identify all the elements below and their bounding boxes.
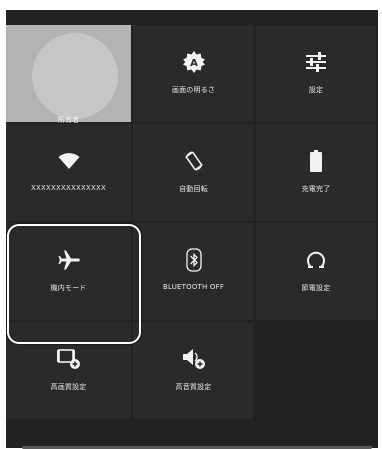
owner-tile[interactable]: 所有者 bbox=[6, 25, 131, 124]
settings-label: 設定 bbox=[308, 86, 324, 94]
brightness-label: 画面の明るさ bbox=[171, 86, 216, 94]
hq-video-icon bbox=[6, 346, 131, 372]
wifi-icon bbox=[6, 148, 131, 174]
bluetooth-icon bbox=[133, 247, 254, 273]
brightness-icon: A bbox=[133, 49, 254, 75]
bluetooth-tile[interactable]: BLUETOOTH OFF bbox=[133, 223, 254, 320]
quick-settings-panel: 所有者 A 画面の明るさ 設定 XXXXXXXXXXXXXXX 自動回転 充電完… bbox=[6, 10, 378, 449]
airplane-mode-highlight bbox=[7, 224, 141, 344]
brightness-icon-letter: A bbox=[190, 58, 198, 69]
hq-audio-icon bbox=[133, 346, 254, 372]
hq-video-label: 高画質設定 bbox=[50, 383, 87, 391]
power-saving-icon bbox=[256, 247, 376, 273]
rotate-icon bbox=[133, 148, 254, 174]
power-saving-label: 節電設定 bbox=[301, 284, 331, 292]
hq-audio-label: 高音質設定 bbox=[175, 383, 212, 391]
wifi-tile[interactable]: XXXXXXXXXXXXXXX bbox=[6, 124, 131, 221]
auto-rotate-label: 自動回転 bbox=[179, 185, 208, 193]
hq-audio-tile[interactable]: 高音質設定 bbox=[133, 322, 254, 419]
brightness-tile[interactable]: A 画面の明るさ bbox=[133, 25, 254, 122]
battery-tile: 充電完了 bbox=[256, 124, 376, 221]
settings-tile[interactable]: 設定 bbox=[256, 25, 376, 122]
bluetooth-label: BLUETOOTH OFF bbox=[162, 283, 225, 291]
battery-label: 充電完了 bbox=[301, 185, 331, 193]
sliders-icon bbox=[256, 49, 376, 75]
power-saving-tile[interactable]: 節電設定 bbox=[256, 223, 376, 320]
battery-icon bbox=[256, 148, 376, 174]
avatar bbox=[32, 33, 118, 119]
auto-rotate-tile[interactable]: 自動回転 bbox=[133, 124, 254, 221]
wifi-network-label: XXXXXXXXXXXXXXX bbox=[31, 184, 106, 192]
